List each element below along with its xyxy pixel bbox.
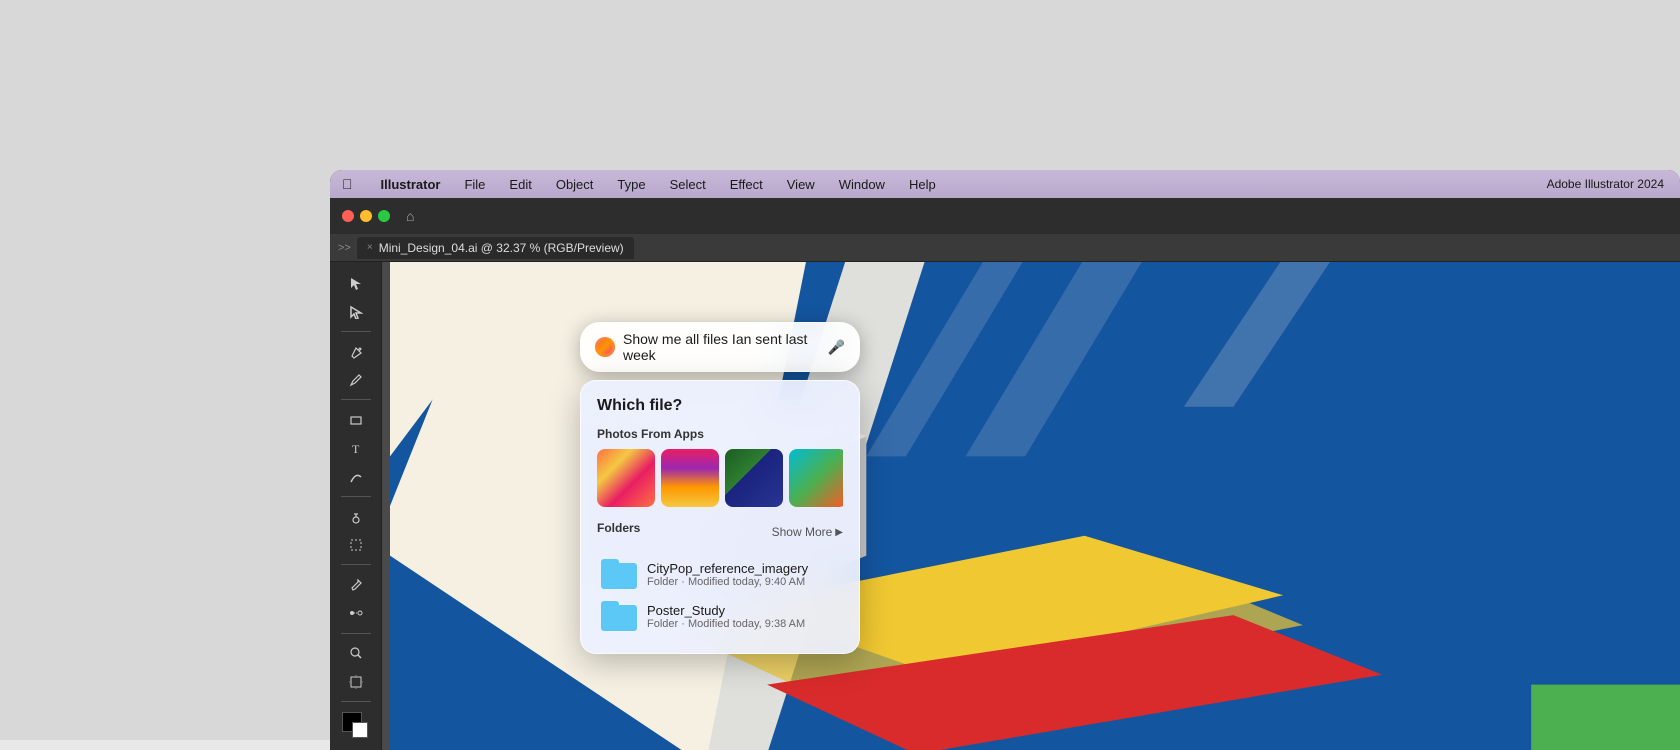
tool-separator-4 xyxy=(341,564,371,565)
photo-thumb-3[interactable] xyxy=(725,449,783,507)
tool-separator-5 xyxy=(341,633,371,634)
tab-close-button[interactable]: × xyxy=(367,242,373,253)
close-button[interactable] xyxy=(342,210,354,222)
tool-separator-1 xyxy=(341,331,371,332)
type-menu[interactable]: Type xyxy=(613,175,649,194)
maximize-button[interactable] xyxy=(378,210,390,222)
tool-separator-6 xyxy=(341,701,371,702)
folder-meta-2: Folder · Modified today, 9:38 AM xyxy=(647,618,839,630)
zoom-tool[interactable] xyxy=(338,640,374,667)
tab-bar: >> × Mini_Design_04.ai @ 32.37 % (RGB/Pr… xyxy=(330,234,1680,262)
svg-text:T: T xyxy=(352,442,360,455)
photo-thumb-1[interactable] xyxy=(597,449,655,507)
folder-item-1[interactable]: CityPop_reference_imagery Folder · Modif… xyxy=(597,553,843,595)
siri-icon xyxy=(595,337,615,357)
artboard-tool[interactable] xyxy=(338,668,374,695)
search-query-text: Show me all files Ian sent last week xyxy=(623,331,820,363)
title-bar: ⌂ xyxy=(330,198,1680,234)
canvas-area: T xyxy=(330,262,1680,750)
folder-icon-2 xyxy=(601,601,637,631)
edit-menu[interactable]: Edit xyxy=(505,175,535,194)
direct-selection-tool[interactable] xyxy=(338,299,374,326)
folder-item-2[interactable]: Poster_Study Folder · Modified today, 9:… xyxy=(597,595,843,637)
folder-info-2: Poster_Study Folder · Modified today, 9:… xyxy=(647,603,839,630)
pencil-tool[interactable] xyxy=(338,367,374,394)
monitor-frame:  Illustrator File Edit Object Type Sele… xyxy=(330,170,1680,750)
desktop:  Illustrator File Edit Object Type Sele… xyxy=(0,0,1680,740)
folder-name-2: Poster_Study xyxy=(647,603,839,618)
file-menu[interactable]: File xyxy=(460,175,489,194)
image-trace-tool[interactable] xyxy=(338,532,374,559)
select-menu[interactable]: Select xyxy=(666,175,710,194)
mic-icon[interactable]: 🎤 xyxy=(828,339,845,356)
photos-section-label: Photos From Apps xyxy=(597,427,843,441)
tool-separator-3 xyxy=(341,496,371,497)
tool-separator-2 xyxy=(341,399,371,400)
folders-section-label: Folders xyxy=(597,521,640,535)
arc-tool[interactable] xyxy=(338,464,374,491)
color-swatch-area xyxy=(338,708,374,742)
app-name[interactable]: Illustrator xyxy=(377,175,445,194)
folder-icon-1 xyxy=(601,559,637,589)
folder-meta-1: Folder · Modified today, 9:40 AM xyxy=(647,576,839,588)
help-menu[interactable]: Help xyxy=(905,175,940,194)
photo-thumb-4[interactable] xyxy=(789,449,843,507)
photos-grid xyxy=(597,449,843,507)
selection-tool[interactable] xyxy=(338,270,374,297)
apple-menu[interactable]:  xyxy=(338,174,357,194)
rectangle-tool[interactable] xyxy=(338,406,374,433)
pen-tool[interactable] xyxy=(338,338,374,365)
dropdown-title: Which file? xyxy=(597,397,843,415)
type-tool[interactable]: T xyxy=(338,435,374,462)
app-version: Adobe Illustrator 2024 xyxy=(1547,177,1664,191)
eyedropper-tool[interactable] xyxy=(338,571,374,598)
blend-tool[interactable] xyxy=(338,600,374,627)
menu-bar:  Illustrator File Edit Object Type Sele… xyxy=(330,170,1680,198)
object-menu[interactable]: Object xyxy=(552,175,598,194)
show-more-button[interactable]: Show More ▶ xyxy=(772,525,843,539)
view-menu[interactable]: View xyxy=(783,175,819,194)
toolbar: T xyxy=(330,262,382,750)
search-bar[interactable]: Show me all files Ian sent last week 🎤 xyxy=(580,322,860,372)
tab-expand-icon[interactable]: >> xyxy=(338,242,351,254)
show-more-icon: ▶ xyxy=(835,527,843,538)
folder-name-1: CityPop_reference_imagery xyxy=(647,561,839,576)
home-icon[interactable]: ⌂ xyxy=(406,208,414,224)
document-tab[interactable]: × Mini_Design_04.ai @ 32.37 % (RGB/Previ… xyxy=(357,237,634,259)
stroke-color[interactable] xyxy=(352,722,368,738)
traffic-lights xyxy=(342,210,390,222)
spray-tool[interactable] xyxy=(338,503,374,530)
search-dropdown: Which file? Photos From Apps Folders xyxy=(580,380,860,654)
effect-menu[interactable]: Effect xyxy=(726,175,767,194)
tab-title: Mini_Design_04.ai @ 32.37 % (RGB/Preview… xyxy=(379,241,624,255)
folders-header: Folders Show More ▶ xyxy=(597,521,843,543)
photo-thumb-2[interactable] xyxy=(661,449,719,507)
folder-info-1: CityPop_reference_imagery Folder · Modif… xyxy=(647,561,839,588)
search-overlay: Show me all files Ian sent last week 🎤 W… xyxy=(580,322,860,654)
window-menu[interactable]: Window xyxy=(835,175,889,194)
minimize-button[interactable] xyxy=(360,210,372,222)
